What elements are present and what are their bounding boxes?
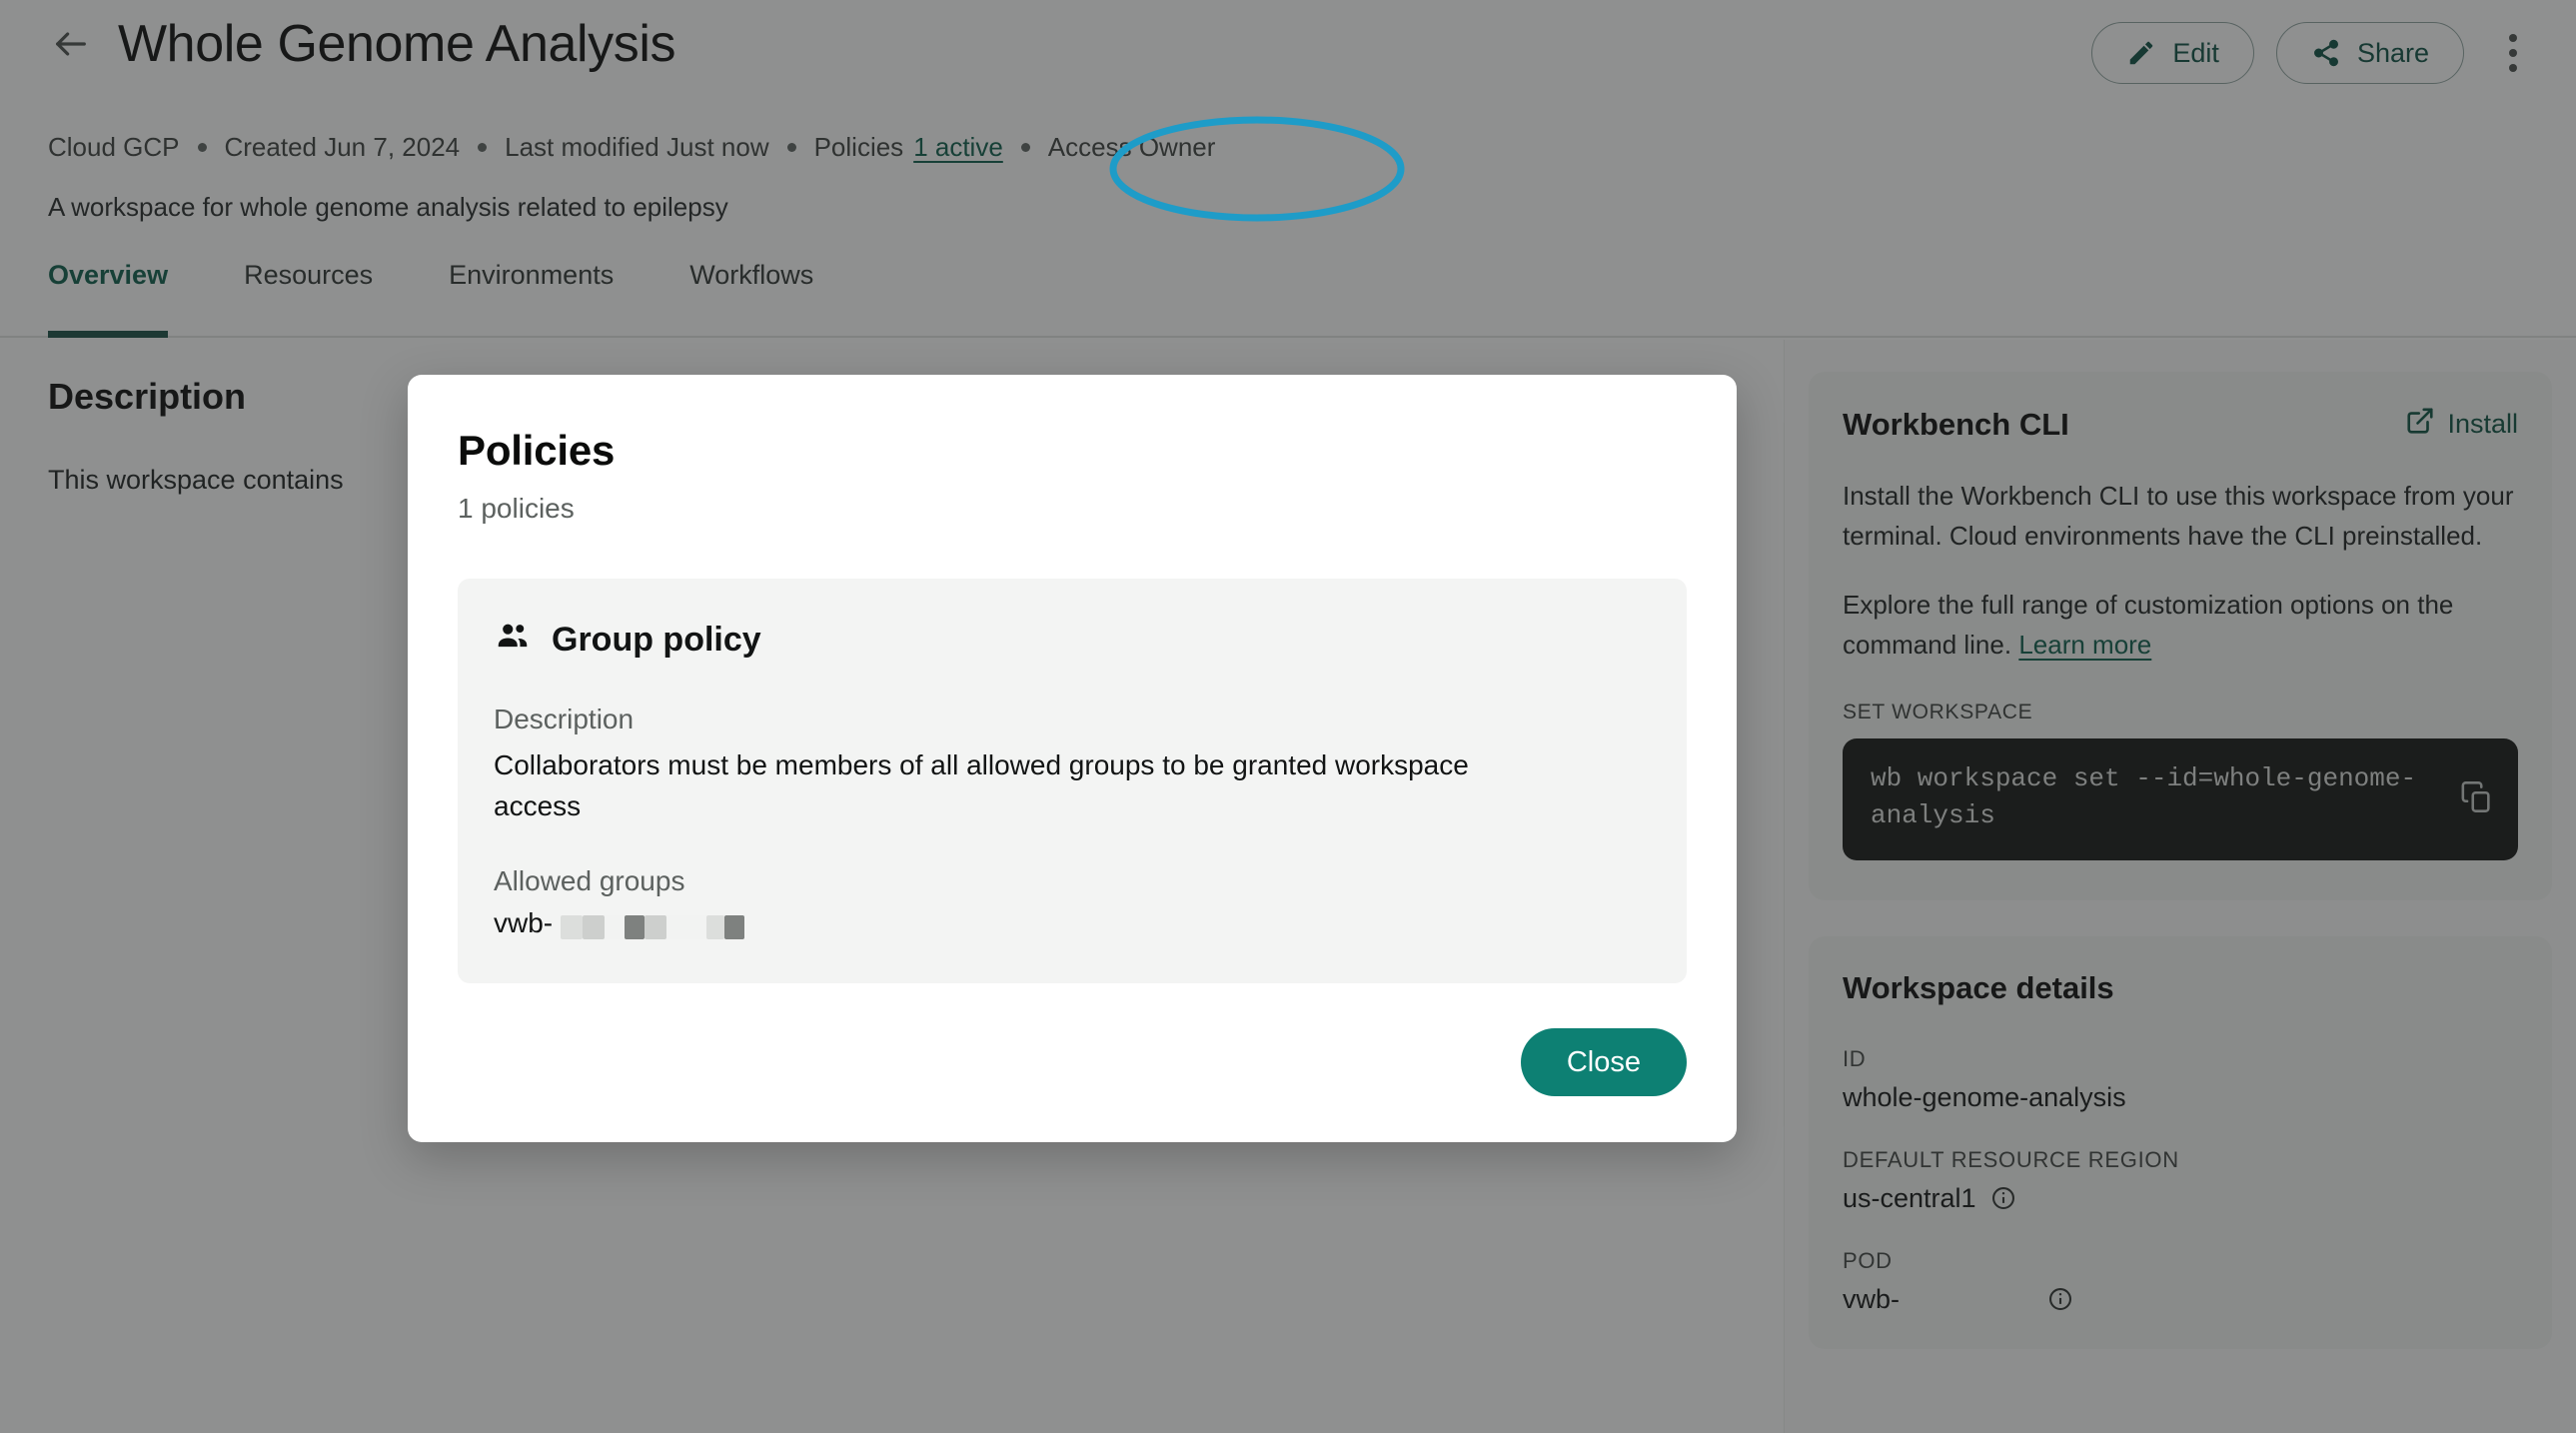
redacted-block <box>625 914 645 939</box>
redacted-block <box>706 914 725 939</box>
redacted-block <box>583 914 606 939</box>
redacted-block <box>644 914 667 939</box>
group-policy-name: Group policy <box>552 621 761 659</box>
allowed-groups-value: vwb- <box>494 907 1651 939</box>
redacted-block <box>605 914 626 939</box>
dialog-footer: Close <box>1520 1028 1687 1096</box>
policy-description-label: Description <box>494 704 635 734</box>
allowed-groups-label: Allowed groups <box>494 864 685 896</box>
redacted-block <box>724 914 745 939</box>
group-policy-card: Group policy Description Collaborators m… <box>458 579 1687 983</box>
redacted-block <box>666 914 707 939</box>
allowed-groups-prefix: vwb- <box>494 906 554 938</box>
dialog-title: Policies <box>458 427 616 474</box>
policy-description-value: Collaborators must be members of all all… <box>494 749 1469 821</box>
redacted-block <box>561 914 584 939</box>
group-policy-header: Group policy <box>494 617 1651 664</box>
close-button[interactable]: Close <box>1520 1028 1687 1096</box>
policies-dialog: Policies 1 policies Group policy Descrip… <box>408 375 1737 1142</box>
dialog-subtitle: 1 policies <box>458 493 575 524</box>
group-icon <box>494 617 532 664</box>
